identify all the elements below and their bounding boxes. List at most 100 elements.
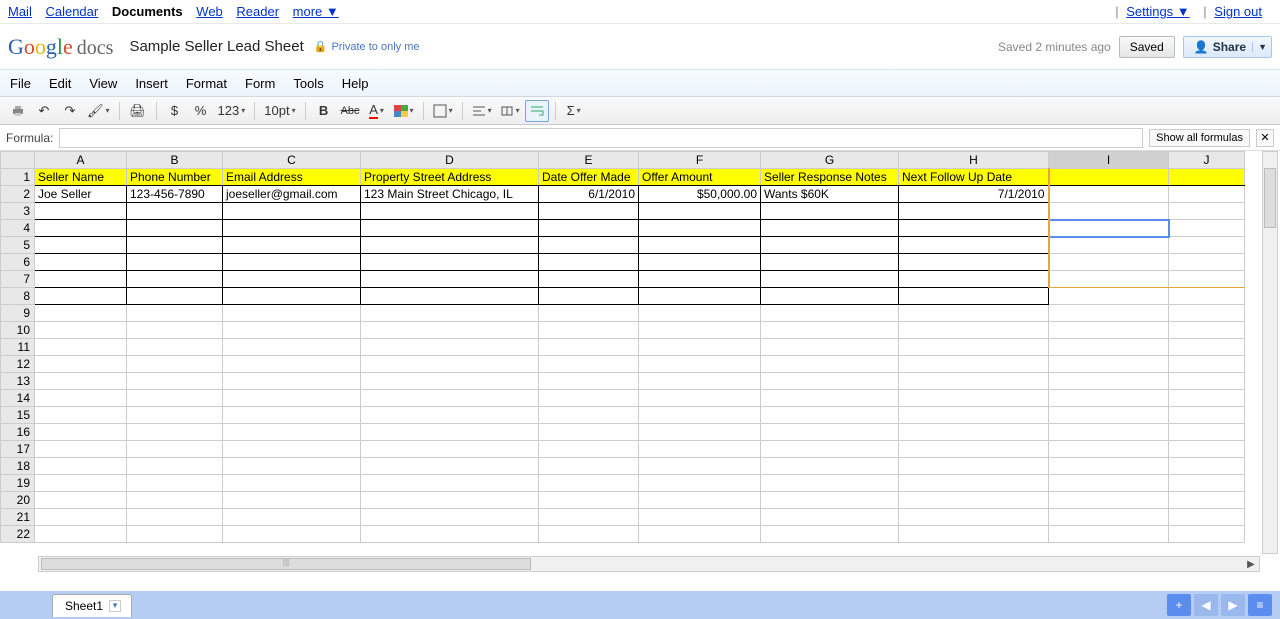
cell-G6[interactable] <box>761 254 899 271</box>
cell-C9[interactable] <box>223 305 361 322</box>
cell-D4[interactable] <box>361 220 539 237</box>
cell-F1[interactable]: Offer Amount <box>639 169 761 186</box>
cell-D17[interactable] <box>361 441 539 458</box>
cell-I5[interactable] <box>1049 237 1169 254</box>
cell-D22[interactable] <box>361 526 539 543</box>
menu-insert[interactable]: Insert <box>135 76 168 91</box>
cell-H20[interactable] <box>899 492 1049 509</box>
cell-H11[interactable] <box>899 339 1049 356</box>
row-header-2[interactable]: 2 <box>1 186 35 203</box>
col-header-G[interactable]: G <box>761 152 899 169</box>
fill-color-button[interactable]: ▾ <box>391 100 417 122</box>
cell-B10[interactable] <box>127 322 223 339</box>
cell-C16[interactable] <box>223 424 361 441</box>
row-header-11[interactable]: 11 <box>1 339 35 356</box>
cell-A19[interactable] <box>35 475 127 492</box>
cell-B11[interactable] <box>127 339 223 356</box>
redo-icon[interactable]: ↷ <box>58 100 82 122</box>
cell-B13[interactable] <box>127 373 223 390</box>
sheet-tab[interactable]: Sheet1 ▾ <box>52 594 132 617</box>
cell-G22[interactable] <box>761 526 899 543</box>
cell-H18[interactable] <box>899 458 1049 475</box>
cell-H12[interactable] <box>899 356 1049 373</box>
cell-I3[interactable] <box>1049 203 1169 220</box>
cell-A5[interactable] <box>35 237 127 254</box>
cell-F2[interactable]: $50,000.00 <box>639 186 761 203</box>
col-header-H[interactable]: H <box>899 152 1049 169</box>
row-header-1[interactable]: 1 <box>1 169 35 186</box>
cell-J7[interactable] <box>1169 271 1245 288</box>
wrap-text-button[interactable] <box>525 100 549 122</box>
cell-A8[interactable] <box>35 288 127 305</box>
cell-E9[interactable] <box>539 305 639 322</box>
cell-E3[interactable] <box>539 203 639 220</box>
row-header-10[interactable]: 10 <box>1 322 35 339</box>
nav-mail[interactable]: Mail <box>8 4 32 19</box>
cell-G3[interactable] <box>761 203 899 220</box>
cell-C14[interactable] <box>223 390 361 407</box>
cell-G4[interactable] <box>761 220 899 237</box>
row-header-12[interactable]: 12 <box>1 356 35 373</box>
cell-J9[interactable] <box>1169 305 1245 322</box>
borders-button[interactable]: ▾ <box>430 100 456 122</box>
cell-F4[interactable] <box>639 220 761 237</box>
cell-A4[interactable] <box>35 220 127 237</box>
number-format-button[interactable]: 123▾ <box>215 100 249 122</box>
cell-D11[interactable] <box>361 339 539 356</box>
cell-C11[interactable] <box>223 339 361 356</box>
cell-J1[interactable] <box>1169 169 1245 186</box>
cell-C7[interactable] <box>223 271 361 288</box>
cell-B20[interactable] <box>127 492 223 509</box>
cell-H15[interactable] <box>899 407 1049 424</box>
col-header-C[interactable]: C <box>223 152 361 169</box>
cell-H5[interactable] <box>899 237 1049 254</box>
cell-I2[interactable] <box>1049 186 1169 203</box>
cell-G11[interactable] <box>761 339 899 356</box>
cell-C22[interactable] <box>223 526 361 543</box>
cell-E12[interactable] <box>539 356 639 373</box>
cell-G14[interactable] <box>761 390 899 407</box>
cell-H7[interactable] <box>899 271 1049 288</box>
cell-A9[interactable] <box>35 305 127 322</box>
cell-C19[interactable] <box>223 475 361 492</box>
chevron-down-icon[interactable]: ▾ <box>109 600 121 612</box>
document-title[interactable]: Sample Seller Lead Sheet <box>129 38 303 55</box>
privacy-text[interactable]: Private to only me <box>331 41 419 53</box>
bold-button[interactable]: B <box>312 100 336 122</box>
cell-E18[interactable] <box>539 458 639 475</box>
cell-I12[interactable] <box>1049 356 1169 373</box>
col-header-A[interactable]: A <box>35 152 127 169</box>
formula-input[interactable] <box>59 128 1143 148</box>
col-header-D[interactable]: D <box>361 152 539 169</box>
cell-D2[interactable]: 123 Main Street Chicago, IL <box>361 186 539 203</box>
nav-more[interactable]: more ▼ <box>293 4 339 19</box>
menu-view[interactable]: View <box>89 76 117 91</box>
cell-F8[interactable] <box>639 288 761 305</box>
cell-F15[interactable] <box>639 407 761 424</box>
cell-A12[interactable] <box>35 356 127 373</box>
cell-J22[interactable] <box>1169 526 1245 543</box>
cell-I19[interactable] <box>1049 475 1169 492</box>
menu-format[interactable]: Format <box>186 76 227 91</box>
cell-E5[interactable] <box>539 237 639 254</box>
cell-B7[interactable] <box>127 271 223 288</box>
cell-E20[interactable] <box>539 492 639 509</box>
cell-E4[interactable] <box>539 220 639 237</box>
cell-H22[interactable] <box>899 526 1049 543</box>
cell-D5[interactable] <box>361 237 539 254</box>
cell-J6[interactable] <box>1169 254 1245 271</box>
cell-J12[interactable] <box>1169 356 1245 373</box>
menu-edit[interactable]: Edit <box>49 76 71 91</box>
cell-G13[interactable] <box>761 373 899 390</box>
cell-H6[interactable] <box>899 254 1049 271</box>
cell-H8[interactable] <box>899 288 1049 305</box>
cell-E1[interactable]: Date Offer Made <box>539 169 639 186</box>
cell-G19[interactable] <box>761 475 899 492</box>
cell-G18[interactable] <box>761 458 899 475</box>
add-sheet-button[interactable]: + <box>1167 594 1191 616</box>
cell-G8[interactable] <box>761 288 899 305</box>
cell-E14[interactable] <box>539 390 639 407</box>
cell-G5[interactable] <box>761 237 899 254</box>
cell-C17[interactable] <box>223 441 361 458</box>
cell-A10[interactable] <box>35 322 127 339</box>
